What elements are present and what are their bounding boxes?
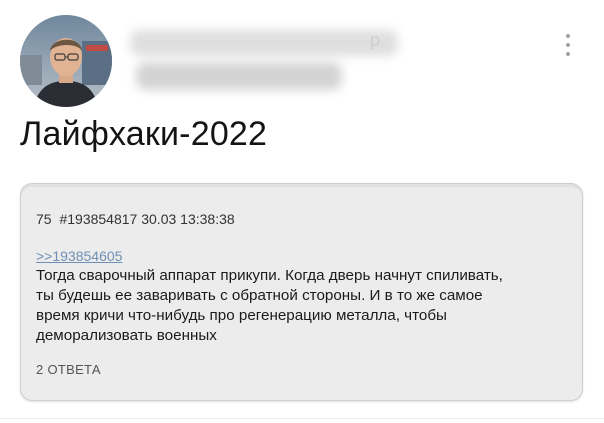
post-id[interactable]: #193854817: [59, 211, 137, 227]
post-body: Тогда сварочный аппарат прикупи. Когда д…: [36, 266, 576, 346]
more-vertical-icon-dot: [566, 43, 570, 47]
avatar[interactable]: [20, 15, 112, 107]
more-vertical-icon-dot: [566, 34, 570, 38]
post-body-line: время кричи что-нибудь про регенерацию м…: [36, 307, 447, 324]
author-name-blurred-glyph: p: [370, 30, 381, 50]
quoted-post-card: 75 #193854817 30.03 13:38:38 >>193854605…: [20, 183, 583, 401]
reply-reference-link[interactable]: >>193854605: [36, 248, 122, 264]
post-date: 30.03: [141, 211, 177, 227]
more-options-button[interactable]: [556, 30, 580, 60]
post-time: 13:38:38: [180, 211, 235, 227]
post-title: Лайфхаки-2022: [20, 115, 268, 153]
divider: [0, 418, 604, 419]
post-meta: 75 #193854817 30.03 13:38:38: [36, 211, 235, 227]
answers-count-link[interactable]: 2 ОТВЕТА: [36, 362, 101, 377]
post-body-line: Тогда сварочный аппарат прикупи. Когда д…: [36, 267, 503, 284]
post-body-line: деморализовать военных: [36, 327, 217, 344]
post-number: 75: [36, 211, 52, 227]
more-vertical-icon-dot: [566, 52, 570, 56]
user-avatar-icon: [20, 15, 112, 107]
post-body-line: ты будешь ее заваривать с обратной сторо…: [36, 287, 483, 304]
author-name-blurred: p: [124, 26, 404, 98]
